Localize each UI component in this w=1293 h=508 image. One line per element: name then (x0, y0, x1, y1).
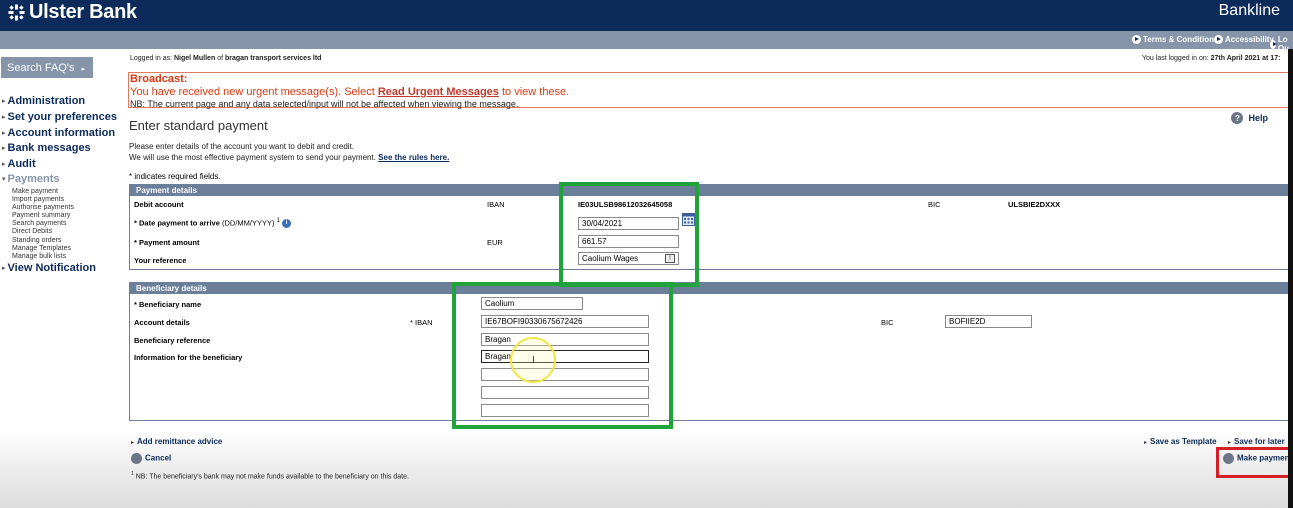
highlight-box-payment (559, 182, 699, 287)
search-faq-button[interactable]: Search FAQ's ▸ (1, 57, 93, 78)
beneficiary-info-label: Information for the beneficiary (134, 353, 243, 362)
page-title: Enter standard payment (129, 118, 268, 133)
beneficiary-bic-label: BIC (881, 318, 894, 327)
beneficiary-name-label: * Beneficiary name (134, 300, 202, 309)
arrow-right-icon: ▸ (81, 66, 86, 73)
nav-administration[interactable]: ▸ Administration (2, 95, 85, 107)
brand-name: Ulster Bank (29, 0, 137, 23)
nav-audit[interactable]: ▸ Audit (2, 158, 36, 170)
nav-search-payments[interactable]: Search payments (12, 220, 74, 228)
back-arrow-icon (131, 453, 142, 464)
arrow-right-icon: ▸ (2, 98, 6, 105)
add-remittance-link[interactable]: ▸ Add remittance advice (131, 437, 222, 446)
highlight-box-make-payment (1216, 447, 1293, 478)
nav-account-information[interactable]: ▸ Account information (2, 127, 115, 139)
product-name: Bankline (1218, 2, 1280, 19)
see-rules-link[interactable]: See the rules here. (378, 153, 449, 162)
beneficiary-iban-label: * IBAN (410, 318, 433, 327)
reference-label: Your reference (134, 256, 187, 265)
highlight-box-beneficiary (452, 282, 673, 429)
date-label: * Date payment to arrive (DD/MM/YYYY) 1i (134, 218, 291, 229)
nav-payments[interactable]: ▾ Payments (2, 173, 60, 185)
help-link[interactable]: ? Help (1231, 112, 1268, 124)
beneficiary-reference-label: Beneficiary reference (134, 336, 211, 345)
arrow-right-icon: ▸ (2, 265, 6, 272)
nav-direct-debits[interactable]: Direct Debits (12, 228, 74, 236)
arrow-circle-icon (1270, 39, 1277, 49)
last-login-info: You last logged in on: 27th April 2021 a… (1142, 55, 1281, 62)
save-template-link[interactable]: ▸ Save as Template (1144, 437, 1217, 446)
arrow-right-icon: ▸ (2, 145, 6, 152)
nav-payment-summary[interactable]: Payment summary (12, 212, 74, 220)
terms-link[interactable]: Terms & Conditions (1132, 35, 1218, 44)
bankline-page: Ulster Bank Bankline Terms & Conditions … (0, 0, 1293, 508)
nav-manage-templates[interactable]: Manage Templates (12, 245, 74, 253)
broadcast-message: You have received new urgent message(s).… (130, 86, 570, 98)
nav-standing-orders[interactable]: Standing orders (12, 237, 74, 245)
accessibility-link[interactable]: Accessibility (1214, 35, 1274, 44)
text-cursor-icon: I (532, 355, 535, 366)
amount-label: * Payment amount (134, 238, 200, 247)
brand-logo-icon (8, 4, 25, 20)
right-edge-bar (1288, 49, 1293, 508)
debit-account-label: Debit account (134, 200, 184, 209)
arrow-down-icon: ▾ (2, 176, 6, 183)
beneficiary-details-header: Beneficiary details (130, 283, 1289, 294)
arrow-right-icon: ▸ (131, 440, 135, 446)
logged-in-info: Logged in as: Nigel Mullen of bragan tra… (130, 55, 322, 62)
sub-header-bar (0, 31, 1293, 49)
intro-line-2: We will use the most effective payment s… (129, 153, 450, 162)
help-icon: ? (1231, 112, 1244, 124)
required-fields-note: * indicates required fields. (129, 172, 221, 181)
debit-bic-label: BIC (928, 200, 941, 209)
brand-logo[interactable]: Ulster Bank (8, 1, 137, 23)
nav-make-payment[interactable]: Make payment (12, 188, 74, 196)
currency-label: EUR (487, 238, 503, 247)
beneficiary-details-panel: Beneficiary details (129, 282, 1290, 421)
payment-details-panel: Payment details (129, 184, 1290, 270)
debit-iban-label: IBAN (487, 200, 505, 209)
footer-note: 1 NB: The beneficiary's bank may not mak… (131, 471, 409, 481)
save-later-link[interactable]: ▸ Save for later (1228, 437, 1285, 446)
nav-import-payments[interactable]: Import payments (12, 196, 74, 204)
broadcast-note: NB: The current page and any data select… (130, 99, 519, 109)
intro-line-1: Please enter details of the account you … (129, 142, 355, 151)
nav-preferences[interactable]: ▸ Set your preferences (2, 111, 117, 123)
broadcast-title: Broadcast: (130, 73, 188, 85)
nav-view-notification[interactable]: ▸ View Notification (2, 262, 96, 274)
read-urgent-messages-link[interactable]: Read Urgent Messages (378, 86, 499, 98)
arrow-circle-icon (1214, 35, 1223, 44)
nav-authorise-payments[interactable]: Authorise payments (12, 204, 74, 212)
arrow-right-icon: ▸ (2, 130, 6, 137)
nav-bank-messages[interactable]: ▸ Bank messages (2, 142, 91, 154)
cancel-button[interactable]: Cancel (131, 453, 171, 464)
beneficiary-bic-input[interactable]: BOFIIE2D (945, 315, 1032, 328)
arrow-right-icon: ▸ (1144, 440, 1148, 446)
header-bar (0, 0, 1293, 31)
payment-details-header: Payment details (130, 185, 1289, 196)
arrow-circle-icon (1132, 35, 1141, 44)
debit-bic-value: ULSBIE2DXXX (1008, 200, 1061, 209)
nav-manage-bulk-lists[interactable]: Manage bulk lists (12, 253, 74, 261)
arrow-right-icon: ▸ (2, 161, 6, 168)
arrow-right-icon: ▸ (2, 114, 6, 121)
info-icon[interactable]: i (281, 219, 291, 229)
account-details-label: Account details (134, 318, 190, 327)
payments-submenu: Make payment Import payments Authorise p… (12, 188, 74, 261)
arrow-right-icon: ▸ (1228, 440, 1232, 446)
